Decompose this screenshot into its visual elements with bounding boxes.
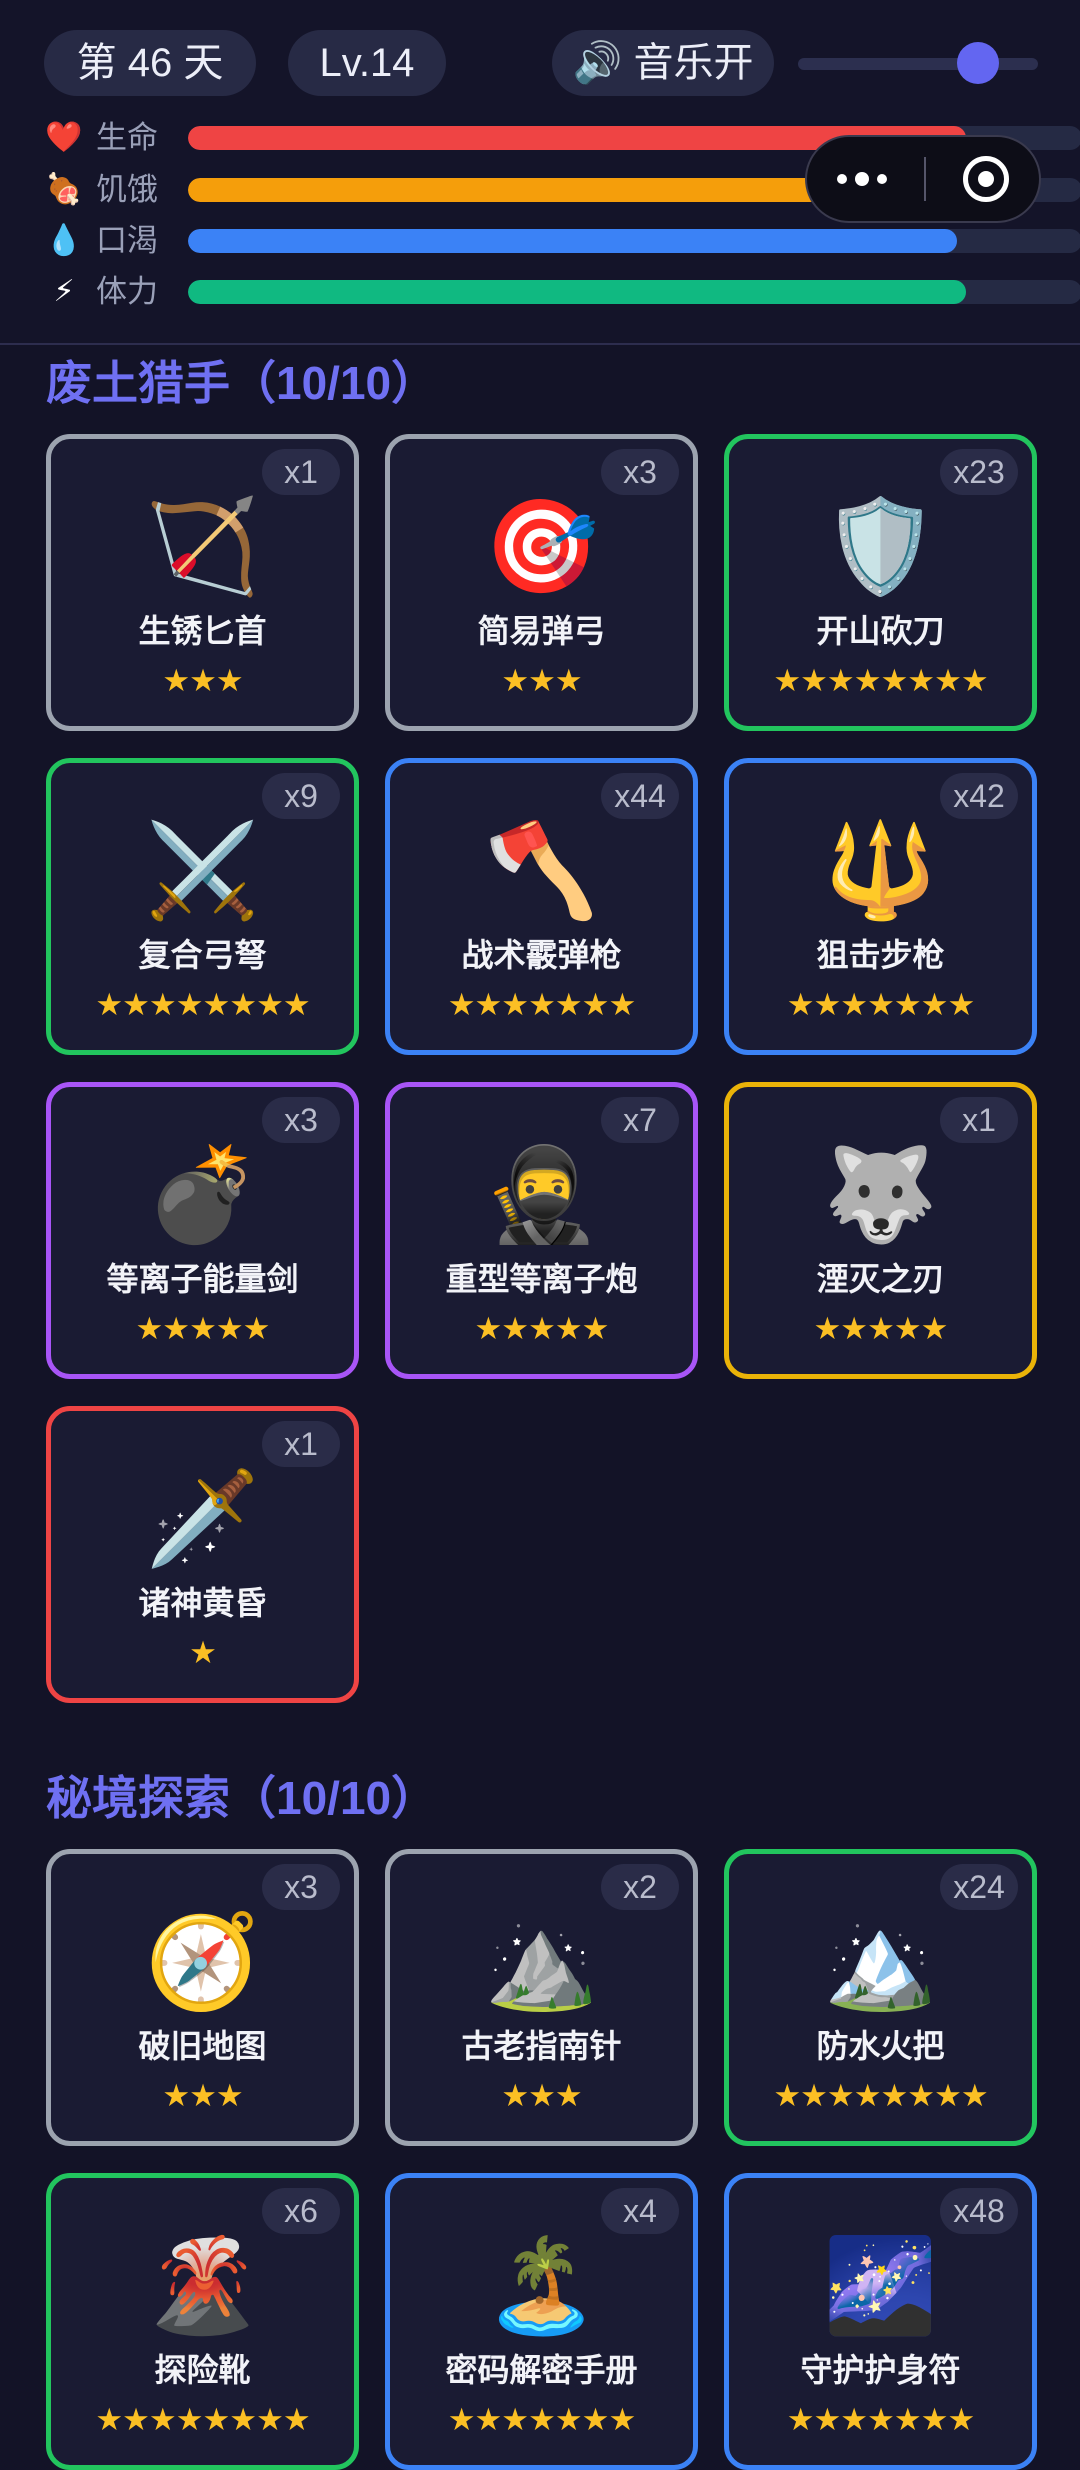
bomb-icon: 💣	[145, 1144, 260, 1246]
item-card[interactable]: x6 🌋 探险靴 ★★★★★★★★	[46, 2173, 359, 2470]
item-name: 复合弓弩	[138, 937, 267, 973]
crossed-swords-icon: ⚔️	[145, 820, 260, 922]
item-card[interactable]: x1 🗡️ 诸神黄昏 ★	[46, 1406, 359, 1703]
item-card[interactable]: x4 🏝️ 密码解密手册 ★★★★★★★	[385, 2173, 698, 2470]
item-name: 重型等离子炮	[445, 1261, 638, 1297]
star-rating: ★	[189, 1635, 217, 1670]
item-name: 湮灭之刃	[816, 1261, 945, 1297]
star-rating: ★★★	[162, 663, 243, 698]
compass-icon: 🧭	[145, 1911, 260, 2013]
item-name: 守护护身符	[800, 2352, 961, 2388]
item-card[interactable]: x24 🏔️ 防水火把 ★★★★★★★★	[724, 1849, 1037, 2146]
stat-bar-fill	[188, 280, 966, 304]
item-name: 诸神黄昏	[138, 1585, 267, 1621]
day-counter: 第 46 天	[44, 30, 256, 96]
item-card[interactable]: x2 ⛰️ 古老指南针 ★★★	[385, 1849, 698, 2146]
stat-bar-fill	[188, 178, 895, 202]
star-rating: ★★★	[162, 2078, 243, 2113]
dagger-icon: 🗡️	[145, 1468, 260, 1570]
stat-bar	[188, 280, 1080, 304]
item-name: 简易弹弓	[477, 613, 606, 649]
lightning-icon: ⚡	[53, 275, 75, 308]
star-rating: ★★★★★★★★	[773, 2078, 988, 2113]
section-title: 废土猎手（10/10）	[46, 357, 438, 409]
more-menu-icon[interactable]	[837, 137, 887, 221]
volcano-icon: 🌋	[145, 2235, 260, 2337]
galaxy-icon: 🌌	[823, 2235, 938, 2337]
item-grid: x3 🧭 破旧地图 ★★★ x2 ⛰️ 古老指南针 ★★★ x24 🏔️ 防水火把 ★★★★★★★★ x…	[46, 1849, 1037, 2470]
close-target-icon[interactable]	[963, 156, 1009, 202]
mini-program-capsule	[805, 135, 1041, 223]
stat-bar-fill	[188, 229, 957, 253]
item-name: 破旧地图	[138, 2028, 267, 2064]
star-rating: ★★★★★★★★	[95, 987, 310, 1022]
item-name: 狙击步枪	[816, 937, 945, 973]
item-grid: x1 🏹 生锈匕首 ★★★ x3 🎯 简易弹弓 ★★★ x23 🛡️ 开山砍刀 ★★★★★★★★ x9 ⚔…	[46, 434, 1037, 1703]
ninja-icon: 🥷	[484, 1144, 599, 1246]
item-card[interactable]: x42 🔱 狙击步枪 ★★★★★★★	[724, 758, 1037, 1055]
wolf-icon: 🐺	[823, 1144, 938, 1246]
bow-and-arrow-icon: 🏹	[145, 496, 260, 598]
item-card[interactable]: x3 💣 等离子能量剑 ★★★★★	[46, 1082, 359, 1379]
item-name: 探险靴	[154, 2352, 251, 2388]
stat-row: 💧 口渴	[44, 219, 1080, 263]
star-rating: ★★★	[501, 663, 582, 698]
item-card[interactable]: x23 🛡️ 开山砍刀 ★★★★★★★★	[724, 434, 1037, 731]
star-rating: ★★★★★	[474, 1311, 610, 1346]
water-drop-icon: 💧	[45, 224, 83, 257]
status-header: 第 46 天 Lv.14 🔊 音乐开 ❤️ 生命 🍖 饥饿 💧 口渴 ⚡ 体力	[0, 0, 1080, 345]
item-name: 古老指南针	[461, 2028, 622, 2064]
section-title: 秘境探索（10/10）	[46, 1772, 438, 1824]
item-card[interactable]: x9 ⚔️ 复合弓弩 ★★★★★★★★	[46, 758, 359, 1055]
volume-slider-knob[interactable]	[957, 42, 999, 84]
item-card[interactable]: x1 🐺 湮灭之刃 ★★★★★	[724, 1082, 1037, 1379]
star-rating: ★★★★★★★	[786, 2402, 976, 2437]
star-rating: ★★★	[501, 2078, 582, 2113]
trident-icon: 🔱	[823, 820, 938, 922]
star-rating: ★★★★★★★★	[773, 663, 988, 698]
item-name: 等离子能量剑	[106, 1261, 299, 1297]
item-card[interactable]: x48 🌌 守护护身符 ★★★★★★★	[724, 2173, 1037, 2470]
item-name: 开山砍刀	[816, 613, 945, 649]
capsule-divider	[924, 157, 926, 201]
item-card[interactable]: x3 🎯 简易弹弓 ★★★	[385, 434, 698, 731]
star-rating: ★★★★★★★★	[95, 2402, 310, 2437]
item-card[interactable]: x44 🪓 战术霰弹枪 ★★★★★★★	[385, 758, 698, 1055]
item-name: 密码解密手册	[445, 2352, 638, 2388]
volume-slider[interactable]	[798, 58, 1038, 70]
star-rating: ★★★★★★★	[447, 987, 637, 1022]
stat-bar	[188, 229, 1080, 253]
star-rating: ★★★★★	[135, 1311, 271, 1346]
star-rating: ★★★★★★★	[786, 987, 976, 1022]
item-name: 防水火把	[816, 2028, 945, 2064]
stat-label: 体力	[96, 274, 158, 309]
stat-label: 饥饿	[96, 172, 158, 207]
item-card[interactable]: x7 🥷 重型等离子炮 ★★★★★	[385, 1082, 698, 1379]
music-toggle-label: 音乐开	[633, 41, 754, 85]
music-toggle-button[interactable]: 🔊 音乐开	[552, 30, 774, 96]
stat-label: 生命	[96, 120, 158, 155]
stat-row: ⚡ 体力	[44, 270, 1080, 314]
shield-icon: 🛡️	[823, 496, 938, 598]
target-icon: 🎯	[484, 496, 599, 598]
item-card[interactable]: x3 🧭 破旧地图 ★★★	[46, 1849, 359, 2146]
star-rating: ★★★★★	[813, 1311, 949, 1346]
axe-icon: 🪓	[484, 820, 599, 922]
stat-label: 口渴	[96, 223, 158, 258]
island-icon: 🏝️	[484, 2235, 599, 2337]
item-card[interactable]: x1 🏹 生锈匕首 ★★★	[46, 434, 359, 731]
snow-mountain-icon: 🏔️	[823, 1911, 938, 2013]
level-badge: Lv.14	[288, 30, 446, 96]
item-name: 生锈匕首	[138, 613, 267, 649]
meat-icon: 🍖	[45, 173, 83, 206]
item-name: 战术霰弹枪	[461, 937, 622, 973]
star-rating: ★★★★★★★	[447, 2402, 637, 2437]
mountain-icon: ⛰️	[484, 1911, 599, 2013]
heart-icon: ❤️	[45, 121, 83, 154]
speaker-icon: 🔊	[572, 41, 623, 85]
